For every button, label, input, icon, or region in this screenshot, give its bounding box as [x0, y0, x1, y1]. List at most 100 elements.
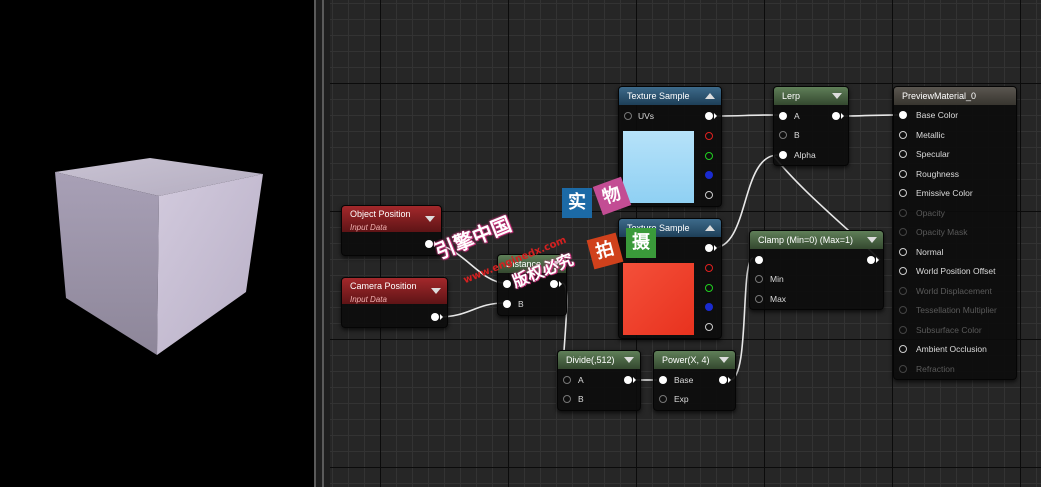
divide-b-pin[interactable] [563, 395, 571, 403]
node-title: Texture Sample [627, 223, 690, 233]
lerp-node[interactable]: Lerp A B Alpha [773, 86, 849, 166]
divide-b-label: B [578, 394, 584, 404]
a-output-pin[interactable] [705, 191, 713, 199]
material-input-label: Ambient Occlusion [916, 344, 987, 354]
lerp-a-label: A [794, 111, 800, 121]
material-input-pin[interactable] [899, 169, 907, 178]
clamp-min-pin[interactable] [755, 275, 763, 283]
node-subtitle: Input Data [350, 223, 387, 232]
output-pin[interactable] [425, 240, 433, 248]
r-output-pin[interactable] [705, 264, 713, 272]
g-output-pin[interactable] [705, 152, 713, 160]
lerp-b-pin[interactable] [779, 131, 787, 139]
clamp-output-pin[interactable] [867, 256, 875, 264]
collapse-icon[interactable] [719, 357, 729, 363]
node-title: Power(X, 4) [662, 355, 710, 365]
uvs-input-pin[interactable] [624, 112, 632, 120]
texture-sample-node-2[interactable]: Texture Sample [618, 218, 722, 339]
preview-viewport[interactable] [0, 0, 314, 487]
collapse-icon[interactable] [431, 288, 441, 294]
distance-a-label: A [518, 279, 524, 289]
power-node[interactable]: Power(X, 4) Base Exp [653, 350, 736, 411]
power-exp-pin[interactable] [659, 395, 667, 403]
power-base-pin[interactable] [659, 376, 667, 384]
node-title: Texture Sample [627, 91, 690, 101]
preview-material-node[interactable]: PreviewMaterial_0 Base Color Metallic Spec… [893, 86, 1017, 380]
texture-sample-node-1[interactable]: Texture Sample UVs [618, 86, 722, 207]
material-input-label: Roughness [916, 168, 960, 179]
lerp-a-pin[interactable] [779, 112, 787, 120]
material-graph[interactable]: Texture Sample UVs Texture Sample Lerp A… [330, 0, 1041, 487]
material-input-pin[interactable] [899, 247, 907, 256]
material-input-pin[interactable] [899, 286, 907, 295]
collapse-icon[interactable] [425, 216, 435, 222]
clamp-max-pin[interactable] [755, 295, 763, 303]
distance-node[interactable]: Distance A B [497, 254, 567, 316]
collapse-icon[interactable] [705, 93, 715, 99]
viewport-splitter[interactable] [314, 0, 330, 487]
material-input-label: Opacity [916, 207, 945, 218]
clamp-node[interactable]: Clamp (Min=0) (Max=1) Min Max [749, 230, 884, 310]
divide-output-pin[interactable] [624, 376, 632, 384]
clamp-min-label: Min [770, 274, 784, 284]
distance-output-pin[interactable] [550, 280, 558, 288]
material-input-pin[interactable] [899, 111, 907, 119]
material-input-label: Tessellation Multiplier [916, 305, 997, 315]
power-output-pin[interactable] [719, 376, 727, 384]
clamp-input-pin[interactable] [755, 256, 763, 264]
material-input-pin[interactable] [899, 208, 907, 217]
material-input-label: Opacity Mask [916, 227, 968, 237]
material-input-label: Refraction [916, 363, 955, 374]
power-base-label: Base [674, 375, 694, 385]
rgb-output-pin[interactable] [705, 244, 713, 252]
preview-cube [55, 158, 263, 355]
texture-preview-2 [623, 263, 694, 335]
node-title: Clamp (Min=0) (Max=1) [758, 235, 854, 245]
b-output-pin[interactable] [705, 171, 713, 179]
collapse-icon[interactable] [832, 93, 842, 99]
node-title: Distance [506, 259, 542, 269]
material-input-pin[interactable] [899, 189, 907, 197]
divide-a-pin[interactable] [563, 376, 571, 384]
node-title: Divide(,512) [566, 355, 615, 365]
collapse-icon[interactable] [705, 225, 715, 231]
lerp-output-pin[interactable] [832, 112, 840, 120]
material-input-pin[interactable] [899, 130, 907, 139]
g-output-pin[interactable] [705, 284, 713, 292]
material-input-pin[interactable] [899, 364, 907, 373]
collapse-icon[interactable] [867, 237, 877, 243]
a-output-pin[interactable] [705, 323, 713, 331]
camera-position-node[interactable]: Camera Position Input Data [341, 277, 448, 328]
material-input-label: Base Color [916, 110, 959, 120]
distance-b-label: B [518, 299, 524, 309]
r-output-pin[interactable] [705, 132, 713, 140]
material-input-pin[interactable] [899, 228, 907, 236]
material-input-pin[interactable] [899, 325, 907, 334]
b-output-pin[interactable] [705, 303, 713, 311]
collapse-icon[interactable] [550, 261, 560, 267]
output-pin[interactable] [431, 313, 439, 321]
material-input-label: World Position Offset [916, 266, 996, 276]
object-position-node[interactable]: Object Position Input Data [341, 205, 442, 256]
clamp-max-label: Max [770, 294, 787, 304]
rgb-output-pin[interactable] [705, 112, 713, 120]
node-title: Camera Position [350, 281, 417, 291]
power-exp-label: Exp [674, 394, 689, 404]
material-input-label: Emissive Color [916, 188, 973, 198]
collapse-icon[interactable] [624, 357, 634, 363]
material-input-pin[interactable] [899, 345, 907, 353]
distance-a-pin[interactable] [503, 280, 511, 288]
material-input-label: Metallic [916, 129, 945, 140]
node-title: PreviewMaterial_0 [902, 91, 977, 101]
material-input-label: World Displacement [916, 285, 992, 296]
uvs-pin-label: UVs [638, 111, 655, 121]
material-input-pin[interactable] [899, 267, 907, 275]
material-input-label: Normal [916, 246, 944, 257]
material-input-pin[interactable] [899, 150, 907, 158]
material-input-pin[interactable] [899, 306, 907, 314]
lerp-alpha-pin[interactable] [779, 151, 787, 159]
divide-node[interactable]: Divide(,512) A B [557, 350, 641, 411]
node-subtitle: Input Data [350, 295, 387, 304]
material-input-label: Specular [916, 149, 950, 159]
distance-b-pin[interactable] [503, 300, 511, 308]
